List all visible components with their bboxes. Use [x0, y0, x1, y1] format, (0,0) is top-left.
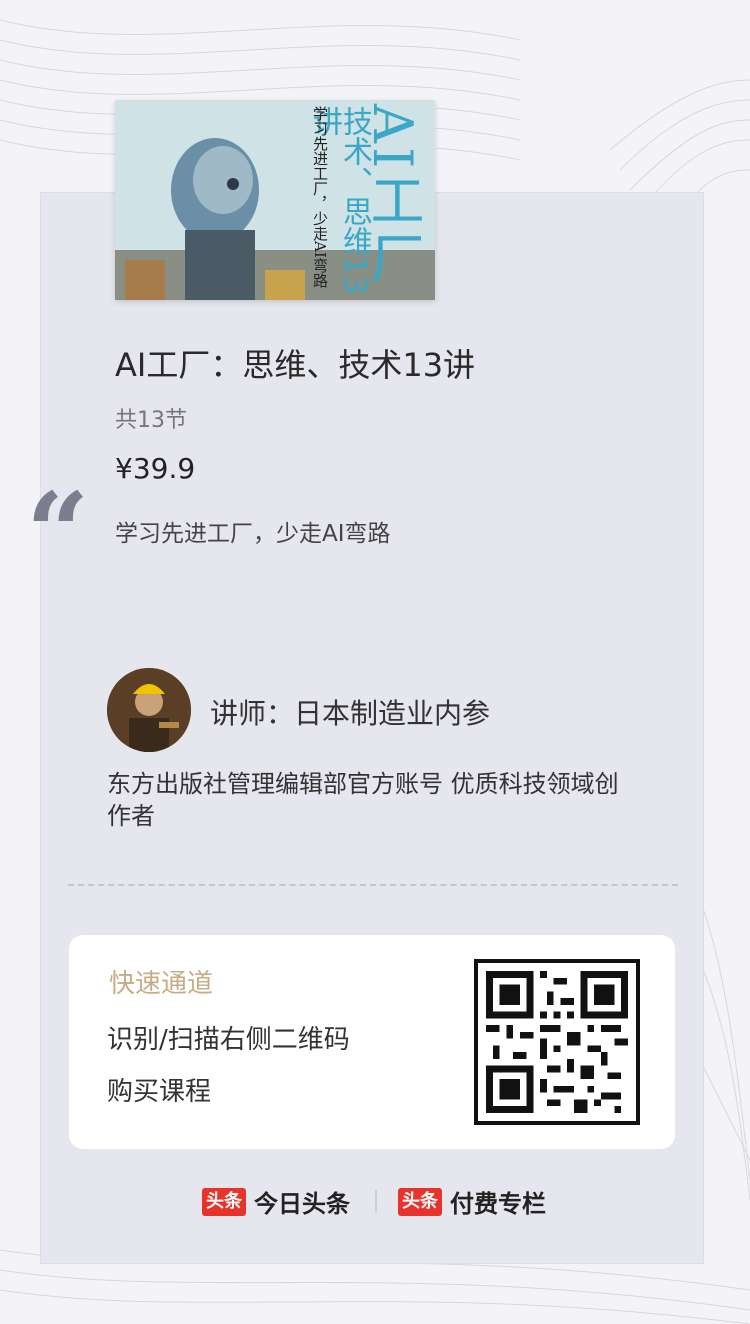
- toutiao-logo-icon: 头条: [202, 1187, 246, 1216]
- avatar-image: [107, 668, 191, 752]
- teacher-name: 讲师：日本制造业内参: [210, 697, 491, 730]
- course-slogan: 学习先进工厂，少走AI弯路: [115, 521, 391, 547]
- qr-code-icon: [486, 971, 628, 1113]
- paid-column-label: 付费专栏: [450, 1190, 546, 1218]
- quick-title: 快速通道: [109, 969, 214, 999]
- course-title: AI工厂：思维、技术13讲: [115, 346, 476, 384]
- teacher-avatar[interactable]: [107, 668, 191, 752]
- cover-title: AI工厂: [361, 104, 424, 289]
- paid-column-logo-icon: 头条: [398, 1187, 442, 1216]
- quick-instruction-line2: 购买课程: [107, 1077, 212, 1107]
- qr-code[interactable]: [474, 959, 640, 1125]
- paid-column-brand: 头条 付费专栏: [398, 1184, 546, 1219]
- teacher-description: 东方出版社管理编辑部官方账号 优质科技领域创作者: [107, 770, 619, 830]
- toutiao-brand: 头条 今日头条: [202, 1184, 350, 1219]
- course-price: ¥39.9: [115, 452, 196, 485]
- footer-brands: 头条 今日头条 头条 付费专栏: [0, 1184, 750, 1218]
- quick-instruction-line1: 识别/扫描右侧二维码: [107, 1025, 350, 1055]
- dashed-divider: [68, 884, 678, 886]
- toutiao-label: 今日头条: [254, 1190, 350, 1218]
- footer-separator: [375, 1190, 377, 1212]
- quote-mark-icon: “: [26, 468, 90, 597]
- quick-purchase-panel: 快速通道 识别/扫描右侧二维码 购买课程: [69, 935, 675, 1149]
- cover-slogan: 学习先进工厂，少走AI弯路: [311, 106, 329, 288]
- course-cover-image[interactable]: AI工厂 技术、思维13讲 学习先进工厂，少走AI弯路: [115, 100, 435, 300]
- section-count: 共13节: [115, 408, 187, 433]
